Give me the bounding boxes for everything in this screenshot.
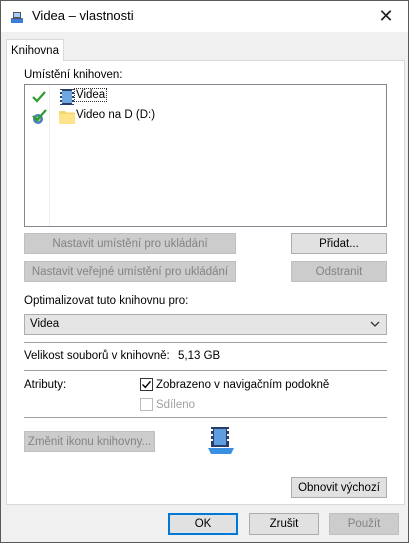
list-item[interactable]: Videa	[25, 87, 386, 107]
remove-button[interactable]: Odstranit	[291, 261, 387, 282]
check-icon	[32, 91, 46, 103]
ok-button[interactable]: OK	[168, 513, 238, 535]
list-item-label: Video na D (D:)	[76, 109, 156, 121]
library-icon	[11, 12, 23, 23]
nav-pane-checkbox-label: Zobrazeno v navigačním podokně	[156, 379, 330, 391]
library-locations-label: Umístění knihoven:	[24, 69, 123, 81]
file-size-label: Velikost souborů v knihovně:	[24, 350, 170, 362]
window-title: Videa – vlastnosti	[32, 8, 134, 23]
divider	[24, 417, 387, 418]
list-item-label: Videa	[73, 88, 108, 102]
optimize-label: Optimalizovat tuto knihovnu pro:	[24, 295, 189, 307]
set-public-save-location-button[interactable]: Nastavit veřejné umístění pro ukládání	[24, 261, 236, 282]
set-save-location-button[interactable]: Nastavit umístění pro ukládání	[24, 233, 236, 254]
change-icon-button[interactable]: Změnit ikonu knihovny...	[24, 431, 155, 452]
public-save-check-icon	[32, 109, 47, 124]
library-locations-list[interactable]: Videa Video na D (D:)	[24, 84, 387, 227]
folder-icon	[59, 111, 75, 124]
checkmark-icon	[142, 380, 152, 389]
shared-checkbox[interactable]	[140, 398, 153, 411]
list-item[interactable]: Video na D (D:)	[25, 107, 386, 127]
attributes-label: Atributy:	[24, 379, 67, 391]
file-size-value: 5,13 GB	[178, 350, 221, 362]
restore-defaults-button[interactable]: Obnovit výchozí	[291, 477, 387, 498]
tab-library-label: Knihovna	[11, 44, 59, 57]
shared-checkbox-label: Sdíleno	[156, 399, 196, 411]
optimize-select[interactable]: Videa	[24, 314, 387, 335]
apply-button[interactable]: Použít	[329, 513, 399, 535]
chevron-down-icon	[370, 321, 380, 327]
add-button[interactable]: Přidat...	[291, 233, 387, 254]
close-button[interactable]: ✕	[364, 1, 408, 32]
nav-pane-checkbox[interactable]	[140, 378, 153, 391]
tab-library[interactable]: Knihovna	[6, 39, 64, 61]
properties-dialog: Videa – vlastnosti ✕ Knihovna Umístění k…	[0, 0, 409, 543]
divider	[24, 370, 387, 371]
title-bar: Videa – vlastnosti ✕	[1, 1, 408, 32]
video-library-icon	[60, 89, 74, 105]
divider	[24, 342, 387, 343]
cancel-button[interactable]: Zrušit	[249, 513, 319, 535]
close-icon: ✕	[378, 6, 394, 26]
optimize-select-value: Videa	[30, 318, 60, 330]
library-preview-icon	[208, 427, 234, 454]
